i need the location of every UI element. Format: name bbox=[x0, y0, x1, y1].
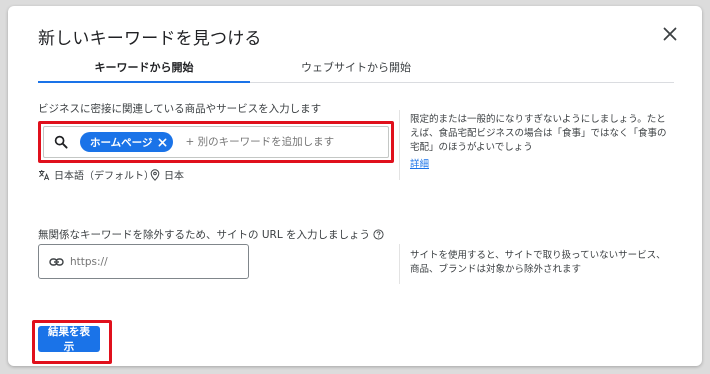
show-results-button[interactable]: 結果を表示 bbox=[38, 326, 100, 353]
tab-bar: キーワードから開始 ウェブサイトから開始 bbox=[38, 52, 674, 83]
keywords-help-text: 限定的または一般的になりすぎないようにしましょう。たとえば、食品宅配ビジネスの場… bbox=[410, 114, 667, 153]
tab-start-with-website[interactable]: ウェブサイトから開始 bbox=[250, 52, 462, 82]
site-url-input[interactable] bbox=[70, 255, 230, 268]
submit-highlight: 結果を表示 bbox=[32, 320, 112, 364]
add-keyword-input[interactable] bbox=[185, 136, 376, 148]
divider bbox=[399, 244, 400, 284]
keyword-planner-dialog: 新しいキーワードを見つける キーワードから開始 ウェブサイトから開始 ビジネスに… bbox=[8, 6, 702, 366]
close-button[interactable] bbox=[660, 24, 680, 44]
language-label: 日本語（デフォルト） bbox=[54, 171, 154, 182]
language-selector[interactable]: 日本語（デフォルト） bbox=[38, 167, 154, 182]
translate-icon bbox=[39, 169, 50, 180]
remove-chip-button[interactable] bbox=[158, 138, 167, 147]
keyword-chip: ホームページ bbox=[80, 132, 174, 152]
help-icon[interactable] bbox=[373, 229, 384, 240]
divider bbox=[399, 110, 400, 180]
learn-more-link[interactable]: 詳細 bbox=[410, 159, 429, 170]
keywords-help: 限定的または一般的になりすぎないようにしましょう。たとえば、食品宅配ビジネスの場… bbox=[410, 113, 672, 172]
keyword-chip-label: ホームページ bbox=[90, 136, 153, 149]
location-label: 日本 bbox=[164, 171, 184, 182]
tab-start-with-keywords[interactable]: キーワードから開始 bbox=[38, 52, 250, 83]
close-icon[interactable] bbox=[158, 138, 167, 147]
dialog-title: 新しいキーワードを見つける bbox=[38, 29, 262, 49]
site-url-field[interactable] bbox=[38, 244, 249, 279]
site-label: 無関係なキーワードを除外するため、サイトの URL を入力しましょう bbox=[38, 229, 371, 241]
keywords-label: ビジネスに密接に関連している商品やサービスを入力します bbox=[38, 103, 322, 115]
link-icon bbox=[49, 257, 64, 267]
keyword-input-field[interactable]: ホームページ bbox=[43, 126, 389, 158]
site-label-row: 無関係なキーワードを除外するため、サイトの URL を入力しましょう bbox=[38, 227, 384, 242]
keyword-input-highlight: ホームページ bbox=[38, 121, 394, 163]
close-icon[interactable] bbox=[663, 27, 677, 41]
location-selector[interactable]: 日本 bbox=[150, 167, 184, 182]
location-pin-icon bbox=[150, 168, 160, 181]
search-icon bbox=[54, 134, 70, 150]
site-help-text: サイトを使用すると、サイトで取り扱っていないサービス、商品、ブランドは対象から除… bbox=[410, 250, 666, 275]
